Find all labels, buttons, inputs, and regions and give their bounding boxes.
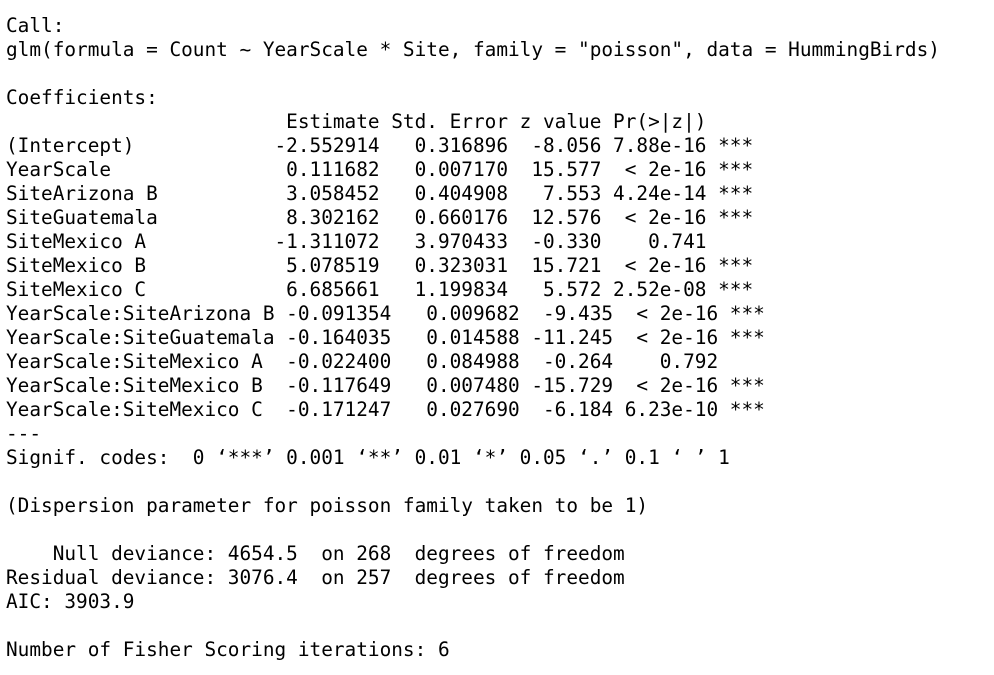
separator-dashes: --- (6, 422, 42, 445)
coefficients-heading: Coefficients: (6, 86, 158, 109)
coefficient-row-yearscale-arizona-b: YearScale:SiteArizona B -0.091354 0.0096… (6, 302, 765, 325)
fisher-scoring-iterations: Number of Fisher Scoring iterations: 6 (6, 638, 450, 661)
null-deviance: Null deviance: 4654.5 on 268 degrees of … (6, 542, 625, 565)
coefficients-column-headers: Estimate Std. Error z value Pr(>|z|) (6, 110, 754, 133)
coefficient-row-yearscale-guatemala: YearScale:SiteGuatemala -0.164035 0.0145… (6, 326, 765, 349)
coefficient-row-site-guatemala: SiteGuatemala 8.302162 0.660176 12.576 <… (6, 206, 754, 229)
aic-value: AIC: 3903.9 (6, 590, 135, 613)
call-formula: glm(formula = Count ~ YearScale * Site, … (6, 38, 940, 61)
residual-deviance: Residual deviance: 3076.4 on 257 degrees… (6, 566, 625, 589)
coefficient-row-yearscale-mexico-c: YearScale:SiteMexico C -0.171247 0.02769… (6, 398, 765, 421)
r-console-output: Call: glm(formula = Count ~ YearScale * S… (6, 14, 940, 662)
coefficient-row-yearscale-mexico-b: YearScale:SiteMexico B -0.117649 0.00748… (6, 374, 765, 397)
coefficient-row-intercept: (Intercept) -2.552914 0.316896 -8.056 7.… (6, 134, 754, 157)
signif-codes-legend: Signif. codes: 0 ‘***’ 0.001 ‘**’ 0.01 ‘… (6, 446, 730, 469)
coefficient-row-yearscale-mexico-a: YearScale:SiteMexico A -0.022400 0.08498… (6, 350, 765, 373)
coefficient-row-site-mexico-b: SiteMexico B 5.078519 0.323031 15.721 < … (6, 254, 754, 277)
coefficient-row-site-mexico-a: SiteMexico A -1.311072 3.970433 -0.330 0… (6, 230, 754, 253)
dispersion-note: (Dispersion parameter for poisson family… (6, 494, 649, 517)
coefficient-row-site-arizona-b: SiteArizona B 3.058452 0.404908 7.553 4.… (6, 182, 754, 205)
coefficient-row-site-mexico-c: SiteMexico C 6.685661 1.199834 5.572 2.5… (6, 278, 754, 301)
call-heading: Call: (6, 14, 65, 37)
coefficient-row-yearscale: YearScale 0.111682 0.007170 15.577 < 2e-… (6, 158, 754, 181)
